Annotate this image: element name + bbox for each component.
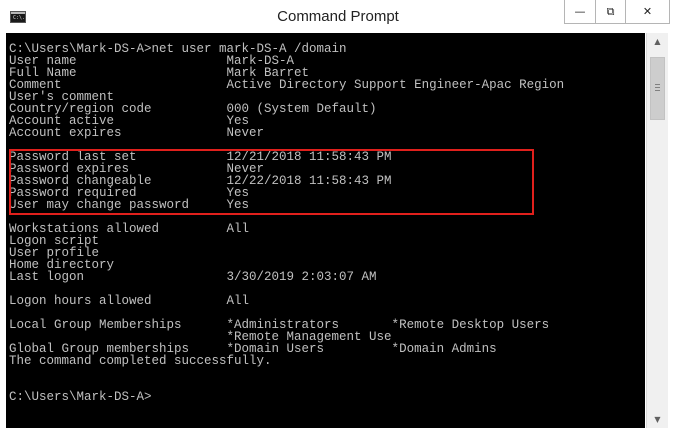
console-line: Logon hours allowed All — [9, 294, 250, 308]
password-info-highlight-box — [9, 149, 534, 215]
scrollbar-thumb[interactable] — [650, 57, 665, 120]
scroll-up-arrow-icon[interactable]: ▲ — [647, 33, 668, 50]
console-line: Last logon 3/30/2019 2:03:07 AM — [9, 270, 377, 284]
title-bar[interactable]: C:\. Command Prompt — ⧉ ✕ — [0, 0, 676, 33]
minimize-button[interactable]: — — [565, 0, 595, 23]
close-button[interactable]: ✕ — [625, 0, 669, 23]
console-line: The command completed successfully. — [9, 354, 272, 368]
command-prompt-window: C:\. Command Prompt — ⧉ ✕ C:\Users\Mark-… — [0, 0, 676, 428]
console-output: C:\Users\Mark-DS-A>net user mark-DS-A /d… — [6, 33, 645, 404]
vertical-scrollbar[interactable]: ▲ ▼ — [646, 33, 668, 428]
console-area[interactable]: C:\Users\Mark-DS-A>net user mark-DS-A /d… — [6, 33, 645, 428]
console-line: Account expires Never — [9, 126, 265, 140]
window-controls: — ⧉ ✕ — [564, 0, 670, 24]
maximize-button[interactable]: ⧉ — [595, 0, 625, 23]
scroll-down-arrow-icon[interactable]: ▼ — [647, 411, 668, 428]
console-line: Workstations allowed All — [9, 222, 250, 236]
window-right-border — [668, 33, 676, 428]
grip-icon — [655, 84, 660, 85]
console-line: C:\Users\Mark-DS-A> — [9, 390, 152, 404]
console-line: Logon script — [9, 234, 100, 248]
